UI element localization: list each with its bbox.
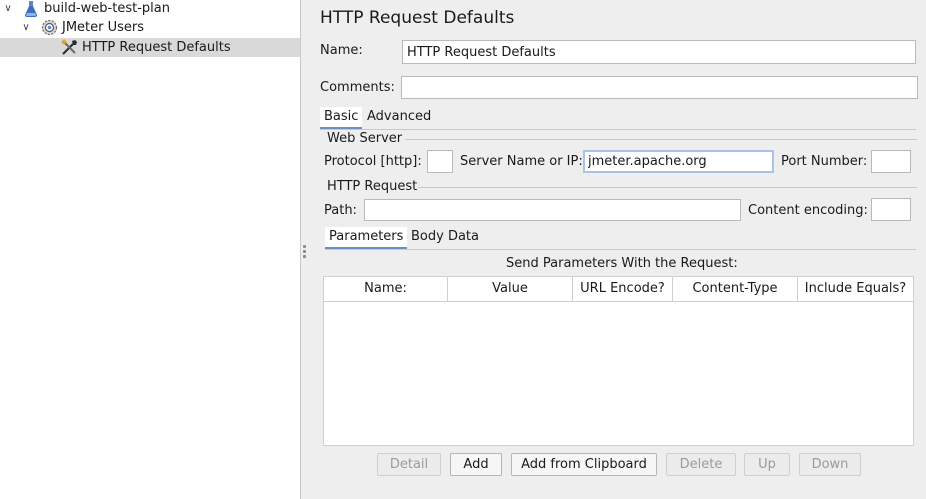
- element-config-panel: HTTP Request Defaults Name: Comments: Ba…: [310, 0, 926, 499]
- params-caption: Send Parameters With the Request:: [506, 256, 738, 271]
- server-name-field[interactable]: [583, 150, 774, 173]
- detail-button[interactable]: Detail: [377, 453, 441, 476]
- tab-advanced[interactable]: Advanced: [363, 107, 435, 127]
- tools-icon: [60, 39, 78, 57]
- down-button[interactable]: Down: [799, 453, 861, 476]
- tab-divider: [325, 249, 916, 250]
- tree-item-label: HTTP Request Defaults: [82, 40, 231, 55]
- path-label: Path:: [324, 203, 357, 218]
- chevron-down-icon[interactable]: ∨: [2, 3, 14, 14]
- column-header-content-type[interactable]: Content-Type: [673, 277, 798, 301]
- http-request-group-title: HTTP Request: [327, 179, 418, 194]
- tab-parameters[interactable]: Parameters: [325, 227, 408, 249]
- tab-divider: [320, 129, 916, 130]
- tab-basic[interactable]: Basic: [320, 107, 363, 129]
- server-name-label: Server Name or IP:: [460, 154, 583, 169]
- protocol-field[interactable]: [427, 150, 453, 173]
- parameters-table[interactable]: Name: Value URL Encode? Content-Type Inc…: [323, 276, 914, 446]
- comments-field[interactable]: [401, 76, 918, 99]
- delete-button[interactable]: Delete: [666, 453, 736, 476]
- grip-dot: [303, 250, 306, 253]
- tree-item-http-request-defaults[interactable]: HTTP Request Defaults: [0, 38, 300, 57]
- content-encoding-field[interactable]: [871, 198, 911, 221]
- page-title: HTTP Request Defaults: [320, 8, 515, 28]
- tree-item-thread-group[interactable]: ∨ JMeter Users: [0, 18, 300, 37]
- flask-icon: [22, 0, 40, 18]
- add-from-clipboard-button[interactable]: Add from Clipboard: [511, 453, 657, 476]
- name-field[interactable]: [402, 40, 916, 64]
- column-header-name[interactable]: Name:: [324, 277, 448, 301]
- test-plan-tree[interactable]: ∨ build-web-test-plan ∨ JMeter Users HTT…: [0, 0, 301, 499]
- tree-item-label: JMeter Users: [62, 20, 145, 35]
- column-header-url-encode[interactable]: URL Encode?: [573, 277, 673, 301]
- comments-label: Comments:: [320, 80, 395, 95]
- column-header-include-equals[interactable]: Include Equals?: [798, 277, 913, 301]
- tree-item-test-plan[interactable]: ∨ build-web-test-plan: [0, 0, 300, 18]
- grip-dot: [303, 255, 306, 258]
- gear-icon: [40, 19, 58, 37]
- chevron-down-icon[interactable]: ∨: [20, 22, 32, 33]
- name-label: Name:: [320, 43, 363, 58]
- group-divider: [418, 187, 917, 188]
- path-field[interactable]: [364, 199, 741, 221]
- column-header-value[interactable]: Value: [448, 277, 573, 301]
- port-number-label: Port Number:: [781, 154, 868, 169]
- group-divider: [405, 139, 917, 140]
- port-number-field[interactable]: [871, 150, 911, 173]
- content-encoding-label: Content encoding:: [748, 203, 868, 218]
- add-button[interactable]: Add: [450, 453, 502, 476]
- splitter-handle[interactable]: [301, 0, 309, 499]
- up-button[interactable]: Up: [744, 453, 790, 476]
- tab-body-data[interactable]: Body Data: [407, 227, 483, 247]
- protocol-label: Protocol [http]:: [324, 154, 422, 169]
- table-header: Name: Value URL Encode? Content-Type Inc…: [324, 277, 913, 302]
- tree-item-label: build-web-test-plan: [44, 1, 170, 16]
- web-server-group-title: Web Server: [327, 131, 403, 146]
- grip-dot: [303, 245, 306, 248]
